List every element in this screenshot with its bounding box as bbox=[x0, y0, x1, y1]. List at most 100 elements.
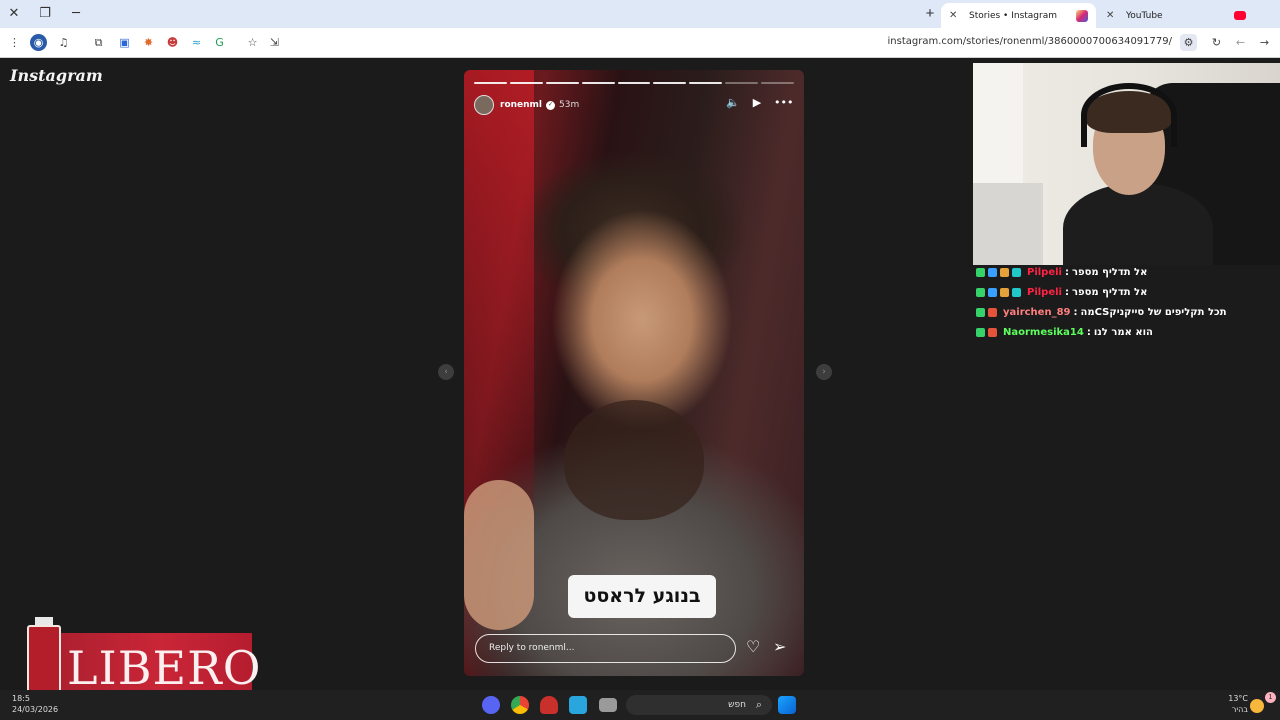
promo-brand: LIBERO bbox=[67, 641, 262, 695]
story-avatar[interactable] bbox=[474, 95, 494, 115]
chat-separator: : bbox=[1064, 266, 1069, 278]
tab-close-icon[interactable]: ✕ bbox=[1106, 10, 1120, 21]
mod-badge-icon bbox=[976, 267, 985, 277]
extension-orange-icon[interactable]: ✸ bbox=[140, 34, 157, 51]
app-red-icon[interactable] bbox=[540, 696, 558, 714]
weather-temperature: 13°C bbox=[1228, 694, 1248, 703]
sword-badge-icon bbox=[1000, 267, 1009, 277]
progress-segment bbox=[474, 82, 507, 84]
extensions-icon[interactable]: ⧉ bbox=[90, 34, 107, 51]
notification-badge[interactable]: 1 bbox=[1265, 692, 1276, 703]
weather-text: בהיר bbox=[1231, 705, 1248, 714]
chat-username[interactable]: Naormesika14 bbox=[1003, 327, 1084, 338]
reload-icon[interactable]: ↻ bbox=[1208, 34, 1225, 51]
menu-icon[interactable]: ⋮ bbox=[6, 34, 23, 51]
instagram-logo[interactable]: Instagram bbox=[10, 66, 103, 85]
chat-message: Pilpeli : אל תדליף מספר bbox=[976, 282, 1276, 302]
story-controls: 🔈 ▶ ••• bbox=[726, 96, 793, 109]
progress-segment bbox=[545, 82, 579, 84]
story-person bbox=[564, 400, 704, 520]
back-icon[interactable]: ← bbox=[1232, 34, 1249, 51]
chat-message: yairchen_89 : מהCSתכל תקליפים של סייקניק bbox=[976, 302, 1276, 322]
telegram-icon[interactable] bbox=[569, 696, 587, 714]
extension-screen-icon[interactable]: ▣ bbox=[116, 34, 133, 51]
tab-stories-instagram[interactable]: ✕ Stories • Instagram bbox=[941, 3, 1096, 28]
chrome-icon[interactable] bbox=[511, 696, 529, 714]
install-app-icon[interactable]: ⇲ bbox=[266, 34, 283, 51]
check-badge-icon bbox=[988, 307, 997, 317]
mod-badge-icon bbox=[976, 327, 985, 337]
close-window-icon[interactable]: ✕ bbox=[4, 4, 24, 24]
progress-segment bbox=[725, 82, 759, 84]
cam-headset bbox=[1081, 83, 1177, 147]
grid-badge-icon bbox=[1012, 287, 1021, 297]
story-caption: בנוגע לראסט bbox=[568, 575, 716, 618]
extension-grammarly-icon[interactable]: G bbox=[211, 34, 228, 51]
cam-bed bbox=[973, 183, 1043, 265]
tab-label: Stories • Instagram bbox=[969, 10, 1057, 21]
tab-youtube[interactable]: ✕ YouTube bbox=[1098, 3, 1254, 28]
forward-icon[interactable]: → bbox=[1256, 34, 1273, 51]
new-tab-button[interactable]: + bbox=[920, 4, 940, 24]
more-options-icon[interactable]: ••• bbox=[774, 96, 793, 109]
reply-input[interactable]: Reply to ronenml... bbox=[475, 634, 736, 663]
task-view-icon[interactable] bbox=[599, 698, 617, 712]
weather-icon[interactable] bbox=[1250, 699, 1264, 713]
taskbar-weather[interactable]: 13°C בהיר bbox=[1228, 693, 1248, 715]
next-story-icon[interactable]: › bbox=[816, 364, 832, 380]
browser-tab-bar: ✕ ❐ ─ + ✕ Stories • Instagram ✕ YouTube bbox=[0, 0, 1280, 28]
bookmark-star-icon[interactable]: ☆ bbox=[244, 34, 261, 51]
browser-toolbar: ⋮ ◉ ♫ ⧉ ▣ ✸ ☻ ≈ G ☆ ⇲ instagram.com/stor… bbox=[0, 28, 1280, 58]
stream-chat: Pilpeli : אל תדליף מספר Pilpeli : אל תדל… bbox=[976, 262, 1276, 342]
chat-username[interactable]: Pilpeli bbox=[1027, 267, 1062, 278]
play-icon[interactable]: ▶ bbox=[750, 96, 764, 109]
progress-segment bbox=[617, 82, 651, 84]
progress-segment bbox=[761, 82, 795, 84]
extension-red-icon[interactable]: ☻ bbox=[164, 34, 181, 51]
story-hand bbox=[464, 480, 534, 630]
windows-start-icon[interactable] bbox=[778, 696, 796, 714]
progress-segment bbox=[509, 82, 543, 84]
chat-text: הוא אמר לנו bbox=[1093, 326, 1153, 338]
chat-message: Naormesika14 : הוא אמר לנו bbox=[976, 322, 1276, 342]
profile-avatar-icon[interactable]: ◉ bbox=[30, 34, 47, 51]
minimize-window-icon[interactable]: ─ bbox=[66, 4, 86, 24]
clock-time: 18:5 bbox=[12, 694, 30, 703]
instagram-icon bbox=[1076, 9, 1088, 22]
restore-window-icon[interactable]: ❐ bbox=[35, 4, 55, 24]
story-viewer[interactable]: ronenml ✓ 53m 🔈 ▶ ••• בנוגע לראסט Reply … bbox=[464, 70, 804, 676]
previous-story-icon[interactable]: ‹ bbox=[438, 364, 454, 380]
discord-icon[interactable] bbox=[482, 696, 500, 714]
story-header: ronenml ✓ 53m 🔈 ▶ ••• bbox=[474, 94, 794, 116]
story-background-neon bbox=[464, 70, 534, 510]
webcam-overlay bbox=[973, 63, 1280, 265]
chat-username[interactable]: yairchen_89 bbox=[1003, 307, 1071, 318]
chat-message: Pilpeli : אל תדליף מספר bbox=[976, 262, 1276, 282]
search-icon: ⌕ bbox=[755, 699, 763, 711]
share-send-icon[interactable]: ➢ bbox=[773, 637, 786, 656]
progress-segment bbox=[689, 82, 723, 84]
chat-text: אל תדליף מספר bbox=[1071, 286, 1148, 298]
tab-close-icon[interactable]: ✕ bbox=[949, 10, 963, 21]
chat-separator: : bbox=[1073, 306, 1078, 318]
verified-badge-icon: ✓ bbox=[546, 100, 556, 110]
check-badge-icon bbox=[988, 327, 997, 337]
youtube-icon bbox=[1234, 11, 1246, 20]
like-heart-icon[interactable]: ♡ bbox=[746, 637, 760, 656]
tab-label: YouTube bbox=[1126, 10, 1163, 21]
progress-segment bbox=[653, 82, 687, 84]
mod-badge-icon bbox=[976, 307, 985, 317]
site-settings-icon[interactable]: ⚙ bbox=[1180, 34, 1197, 51]
address-bar[interactable]: ☆ ⇲ instagram.com/stories/ronenml/386000… bbox=[236, 31, 1228, 55]
media-controls-icon[interactable]: ♫ bbox=[55, 34, 72, 51]
url-text[interactable]: instagram.com/stories/ronenml/3860000700… bbox=[888, 36, 1172, 47]
chat-username[interactable]: Pilpeli bbox=[1027, 287, 1062, 298]
mute-icon[interactable]: 🔈 bbox=[726, 96, 740, 109]
taskbar-clock[interactable]: 18:5 24/03/2026 bbox=[12, 693, 58, 715]
chat-text: אל תדליף מספר bbox=[1071, 266, 1148, 278]
extension-translate-icon[interactable]: ≈ bbox=[188, 34, 205, 51]
story-username[interactable]: ronenml bbox=[500, 100, 542, 110]
diamond-badge-icon bbox=[988, 287, 997, 297]
windows-taskbar: 18:5 24/03/2026 חפש ⌕ 13°C בהיר 1 bbox=[0, 690, 1280, 720]
chat-separator: : bbox=[1064, 286, 1069, 298]
